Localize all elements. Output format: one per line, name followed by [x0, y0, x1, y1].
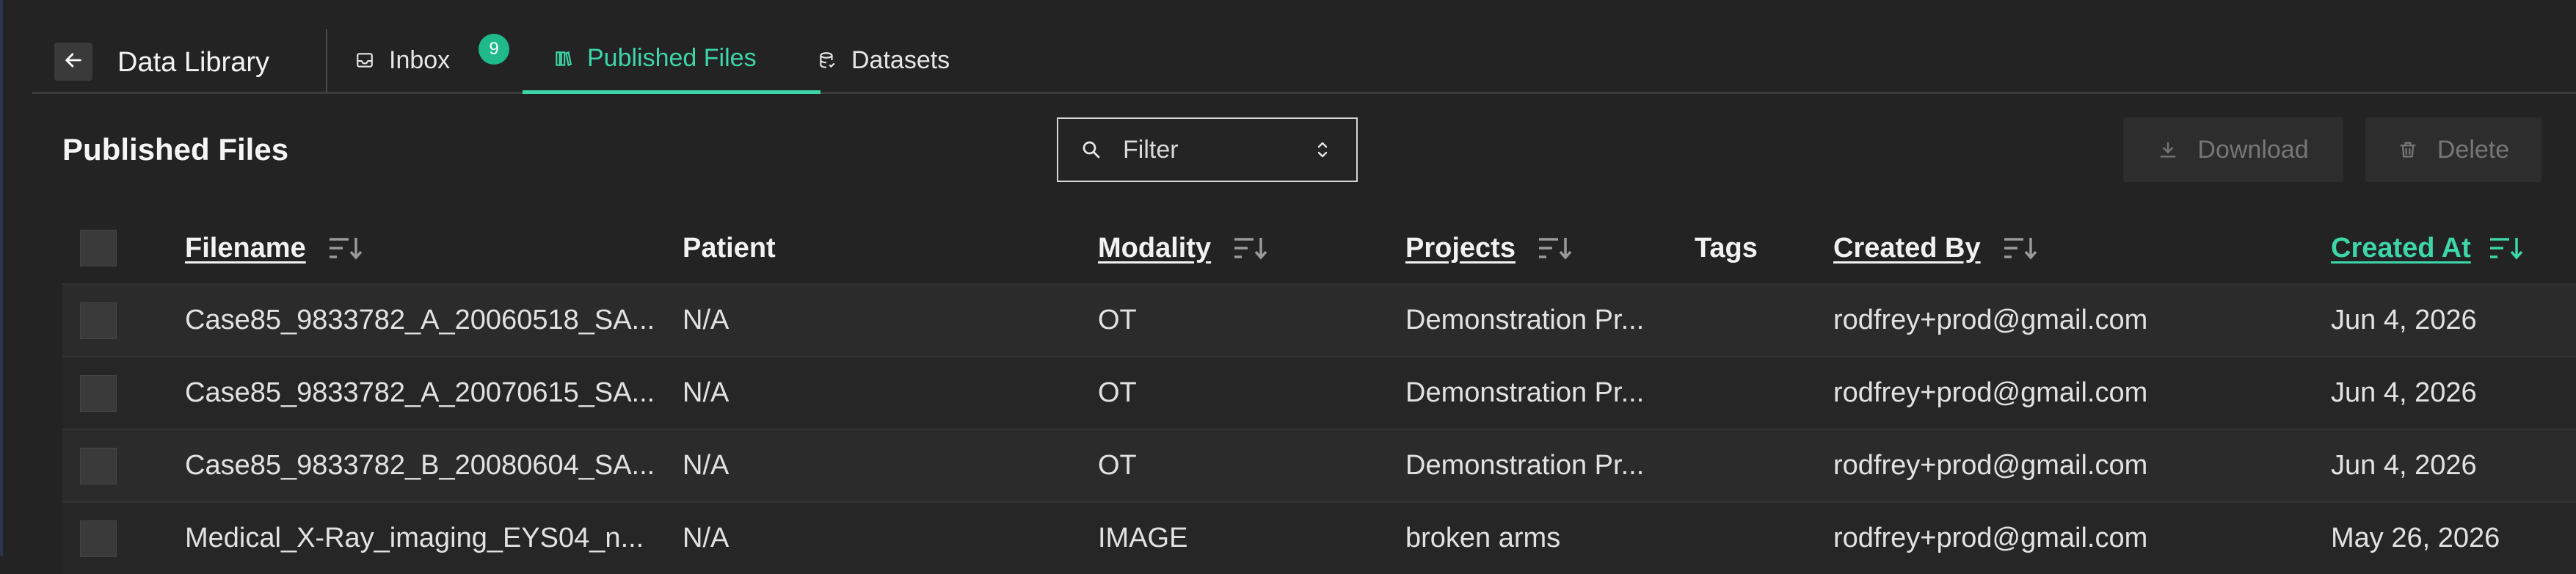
row-checkbox[interactable]: [80, 374, 117, 412]
sort-icon[interactable]: [2489, 233, 2524, 263]
sort-icon[interactable]: [1538, 233, 1573, 263]
column-label: Tags: [1695, 232, 1758, 264]
cell-projects: Demonstration Pr...: [1405, 450, 1645, 481]
cell-created-at: May 26, 2026: [2331, 523, 2500, 553]
files-table: Filename Patient Modality Projects Tags …: [62, 213, 2576, 574]
page-title: Published Files: [62, 132, 289, 167]
chevron-up-down-icon: [1314, 139, 1331, 161]
app-title: Data Library: [117, 47, 269, 78]
cell-projects: broken arms: [1405, 523, 1561, 553]
column-label: Created By: [1833, 232, 1981, 264]
select-all-checkbox[interactable]: [80, 230, 117, 266]
cell-created-at: Jun 4, 2026: [2331, 450, 2477, 481]
column-label: Projects: [1405, 232, 1516, 264]
sort-icon[interactable]: [328, 233, 363, 263]
top-navigation: Data Library Inbox 9 Published Files Dat…: [32, 0, 2576, 94]
cell-patient: N/A: [683, 305, 729, 335]
arrow-left-icon: [63, 50, 84, 74]
cell-created-by: rodfrey+prod@gmail.com: [1833, 450, 2148, 481]
books-icon: [553, 49, 572, 68]
table-row[interactable]: Case85_9833782_A_20060518_SA... N/A OT D…: [62, 283, 2576, 356]
cell-projects: Demonstration Pr...: [1405, 377, 1645, 408]
table-header: Filename Patient Modality Projects Tags …: [62, 213, 2576, 283]
cell-patient: N/A: [683, 450, 729, 481]
tab-label: Inbox: [389, 46, 451, 74]
tab-inbox[interactable]: Inbox: [355, 26, 450, 94]
tab-published-files[interactable]: Published Files: [523, 26, 821, 94]
tab-label: Published Files: [587, 44, 757, 72]
window-edge: [0, 0, 3, 556]
table-row[interactable]: Case85_9833782_A_20070615_SA... N/A OT D…: [62, 356, 2576, 429]
column-header-patient: Patient: [683, 213, 776, 283]
trash-icon: [2398, 139, 2418, 160]
cell-modality: IMAGE: [1098, 523, 1188, 553]
cell-modality: OT: [1098, 450, 1137, 481]
delete-button[interactable]: Delete: [2365, 117, 2542, 182]
column-label: Created At: [2331, 232, 2471, 264]
column-header-tags: Tags: [1695, 213, 1758, 283]
table-row[interactable]: Case85_9833782_B_20080604_SA... N/A OT D…: [62, 429, 2576, 501]
column-header-filename[interactable]: Filename: [185, 213, 363, 283]
download-label: Download: [2197, 135, 2309, 164]
column-label: Filename: [185, 232, 306, 264]
sort-icon[interactable]: [2003, 233, 2038, 263]
cell-created-by: rodfrey+prod@gmail.com: [1833, 523, 2148, 553]
back-button[interactable]: [54, 43, 92, 81]
search-icon: [1080, 139, 1102, 161]
cell-modality: OT: [1098, 377, 1137, 408]
cell-modality: OT: [1098, 305, 1137, 335]
tab-datasets[interactable]: Datasets: [818, 26, 950, 94]
delete-label: Delete: [2437, 135, 2510, 164]
row-checkbox[interactable]: [80, 447, 117, 484]
database-icon: [818, 51, 837, 70]
cell-filename: Medical_X-Ray_imaging_EYS04_n...: [185, 523, 644, 553]
cell-created-by: rodfrey+prod@gmail.com: [1833, 377, 2148, 408]
inbox-icon: [355, 51, 374, 70]
cell-projects: Demonstration Pr...: [1405, 305, 1645, 335]
column-label: Modality: [1098, 232, 1212, 264]
cell-filename: Case85_9833782_B_20080604_SA...: [185, 450, 655, 481]
column-header-created-by[interactable]: Created By: [1833, 213, 2038, 283]
column-label: Patient: [683, 232, 776, 264]
nav-divider: [326, 29, 327, 92]
inbox-count-badge: 9: [479, 34, 509, 65]
cell-created-at: Jun 4, 2026: [2331, 305, 2477, 335]
sort-icon[interactable]: [1233, 233, 1268, 263]
download-icon: [2158, 139, 2178, 160]
cell-patient: N/A: [683, 377, 729, 408]
cell-filename: Case85_9833782_A_20060518_SA...: [185, 305, 655, 335]
cell-filename: Case85_9833782_A_20070615_SA...: [185, 377, 655, 408]
column-header-modality[interactable]: Modality: [1098, 213, 1268, 283]
tab-label: Datasets: [851, 46, 950, 74]
cell-created-by: rodfrey+prod@gmail.com: [1833, 305, 2148, 335]
filter-select[interactable]: Filter: [1057, 117, 1358, 182]
table-row[interactable]: Medical_X-Ray_imaging_EYS04_n... N/A IMA…: [62, 501, 2576, 574]
cell-created-at: Jun 4, 2026: [2331, 377, 2477, 408]
row-checkbox[interactable]: [80, 520, 117, 557]
column-header-created-at[interactable]: Created At: [2331, 213, 2524, 283]
row-checkbox[interactable]: [80, 302, 117, 339]
filter-label: Filter: [1123, 135, 1179, 164]
column-header-projects[interactable]: Projects: [1405, 213, 1573, 283]
cell-patient: N/A: [683, 523, 729, 553]
download-button[interactable]: Download: [2123, 117, 2343, 182]
